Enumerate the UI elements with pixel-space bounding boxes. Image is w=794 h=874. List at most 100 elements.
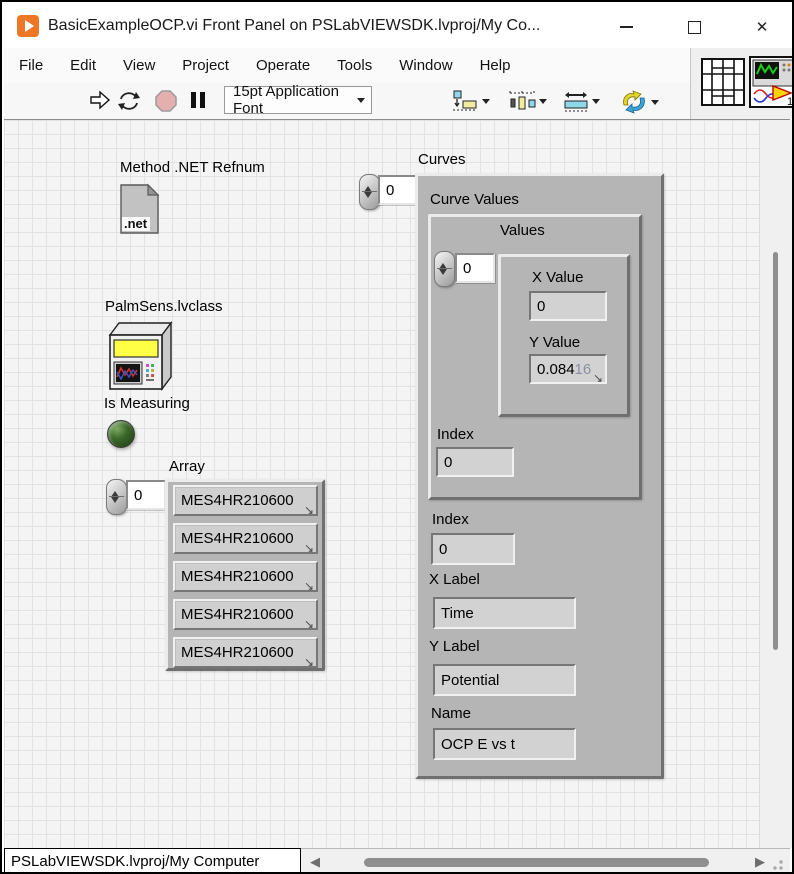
resize-grip[interactable] (772, 859, 784, 871)
scroll-right-icon[interactable]: ▶ (755, 854, 765, 870)
menu-bar: File Edit View Project Operate Tools Win… (4, 48, 705, 83)
menu-item-help[interactable]: Help (480, 57, 511, 74)
run-continuously-button[interactable] (116, 89, 142, 113)
maximize-button[interactable] (675, 14, 713, 40)
decrement-icon[interactable] (111, 497, 119, 507)
close-icon: ✕ (756, 18, 769, 36)
menu-item-tools[interactable]: Tools (337, 57, 372, 74)
curve-values-label: Curve Values (430, 191, 519, 208)
menu-item-file[interactable]: File (19, 57, 43, 74)
window-title: BasicExampleOCP.vi Front Panel on PSLabV… (48, 17, 540, 35)
menu-item-window[interactable]: Window (399, 57, 452, 74)
vertical-scrollbar-thumb[interactable] (773, 252, 778, 650)
menu-item-edit[interactable]: Edit (70, 57, 96, 74)
text-overflow-icon: ↘ (304, 618, 314, 630)
close-button[interactable]: ✕ (743, 14, 781, 40)
dotnet-refnum-icon[interactable]: .net (118, 183, 160, 235)
x-value-field: 0 (529, 291, 607, 321)
labview-front-panel-window: BasicExampleOCP.vi Front Panel on PSLabV… (0, 0, 794, 874)
project-context-box[interactable]: PSLabVIEWSDK.lvproj/My Computer (4, 848, 301, 874)
header-icon-area: 1 (690, 48, 794, 119)
outer-index-label: Index (432, 511, 469, 528)
minimize-button[interactable] (607, 14, 645, 40)
array-index-field[interactable]: 0 (126, 480, 166, 510)
maximize-icon (688, 21, 701, 34)
values-index-field[interactable]: 0 (455, 253, 495, 283)
vi-icon[interactable]: 1 (749, 56, 794, 108)
text-overflow-icon: ↘ (304, 542, 314, 554)
resize-objects-button[interactable] (563, 89, 600, 113)
x-label-label: X Label (429, 571, 480, 588)
array-element-4[interactable]: MES4HR210600 ↘ (173, 637, 318, 668)
pause-icon (190, 91, 206, 109)
menu-item-project[interactable]: Project (182, 57, 229, 74)
array-element-3[interactable]: MES4HR210600 ↘ (173, 599, 318, 630)
text-overflow-icon: ↘ (593, 372, 603, 384)
is-measuring-label: Is Measuring (104, 395, 190, 412)
align-objects-button[interactable] (451, 89, 490, 113)
palmsens-class-label: PalmSens.lvclass (105, 298, 223, 315)
palmsens-instrument-icon[interactable] (103, 319, 177, 393)
align-objects-icon (451, 89, 479, 113)
title-bar: BasicExampleOCP.vi Front Panel on PSLabV… (4, 4, 790, 49)
array-element-text: MES4HR210600 (181, 606, 294, 623)
distribute-objects-icon (508, 89, 536, 113)
array-element-text: MES4HR210600 (181, 492, 294, 509)
x-value-label: X Value (532, 269, 583, 286)
run-arrow-icon (89, 89, 111, 111)
font-selector-value: 15pt Application Font (233, 83, 371, 117)
menu-item-operate[interactable]: Operate (256, 57, 310, 74)
run-continuously-icon (116, 89, 142, 113)
y-value-truncated-text: 16 (575, 361, 592, 378)
array-index-spinner[interactable] (106, 479, 127, 515)
curves-index-spinner[interactable] (359, 174, 380, 210)
y-value-label: Y Value (529, 334, 580, 351)
font-selector[interactable]: 15pt Application Font (224, 86, 372, 114)
abort-button (154, 89, 178, 113)
array-element-text: MES4HR210600 (181, 644, 294, 661)
values-index-spinner[interactable] (434, 251, 455, 287)
pause-button[interactable] (190, 91, 206, 109)
scroll-left-icon[interactable]: ◀ (310, 854, 320, 870)
y-label-field: Potential (433, 664, 576, 696)
resize-objects-icon (563, 89, 589, 113)
connector-pane-icon[interactable] (701, 58, 745, 106)
name-label: Name (431, 705, 471, 722)
array-element-2[interactable]: MES4HR210600 ↘ (173, 561, 318, 592)
y-label-label: Y Label (429, 638, 480, 655)
menu-item-view[interactable]: View (123, 57, 155, 74)
array-label: Array (169, 458, 205, 475)
chevron-down-icon (482, 99, 490, 108)
curves-label: Curves (418, 151, 466, 168)
decrement-icon[interactable] (364, 192, 372, 202)
text-overflow-icon: ↘ (304, 656, 314, 668)
array-element-1[interactable]: MES4HR210600 ↘ (173, 523, 318, 554)
curves-index-field[interactable]: 0 (378, 175, 418, 205)
chevron-down-icon (357, 98, 365, 107)
chevron-down-icon (592, 99, 600, 108)
run-button[interactable] (89, 89, 111, 111)
chevron-down-icon (539, 99, 547, 108)
values-label: Values (500, 222, 545, 239)
minimize-icon (620, 26, 633, 28)
stop-octagon-icon (154, 89, 178, 113)
horizontal-scrollbar-thumb[interactable] (364, 858, 709, 867)
text-overflow-icon: ↘ (304, 504, 314, 516)
x-label-field: Time (433, 597, 576, 629)
reorder-objects-icon (620, 89, 648, 115)
array-element-text: MES4HR210600 (181, 530, 294, 547)
y-value-text: 0.084 (537, 361, 575, 378)
reorder-objects-button[interactable] (620, 89, 659, 115)
is-measuring-led (107, 420, 135, 448)
inner-index-field: 0 (436, 447, 514, 477)
inner-index-label: Index (437, 426, 474, 443)
project-context-text: PSLabVIEWSDK.lvproj/My Computer (11, 853, 259, 870)
distribute-objects-button[interactable] (508, 89, 547, 113)
vi-badge: 1 (787, 96, 793, 108)
text-overflow-icon: ↘ (304, 580, 314, 592)
toolbar: 15pt Application Font (4, 83, 690, 119)
array-element-0[interactable]: MES4HR210600 ↘ (173, 485, 318, 516)
vertical-scrollbar[interactable] (759, 120, 794, 848)
decrement-icon[interactable] (439, 269, 447, 279)
array-element-text: MES4HR210600 (181, 568, 294, 585)
